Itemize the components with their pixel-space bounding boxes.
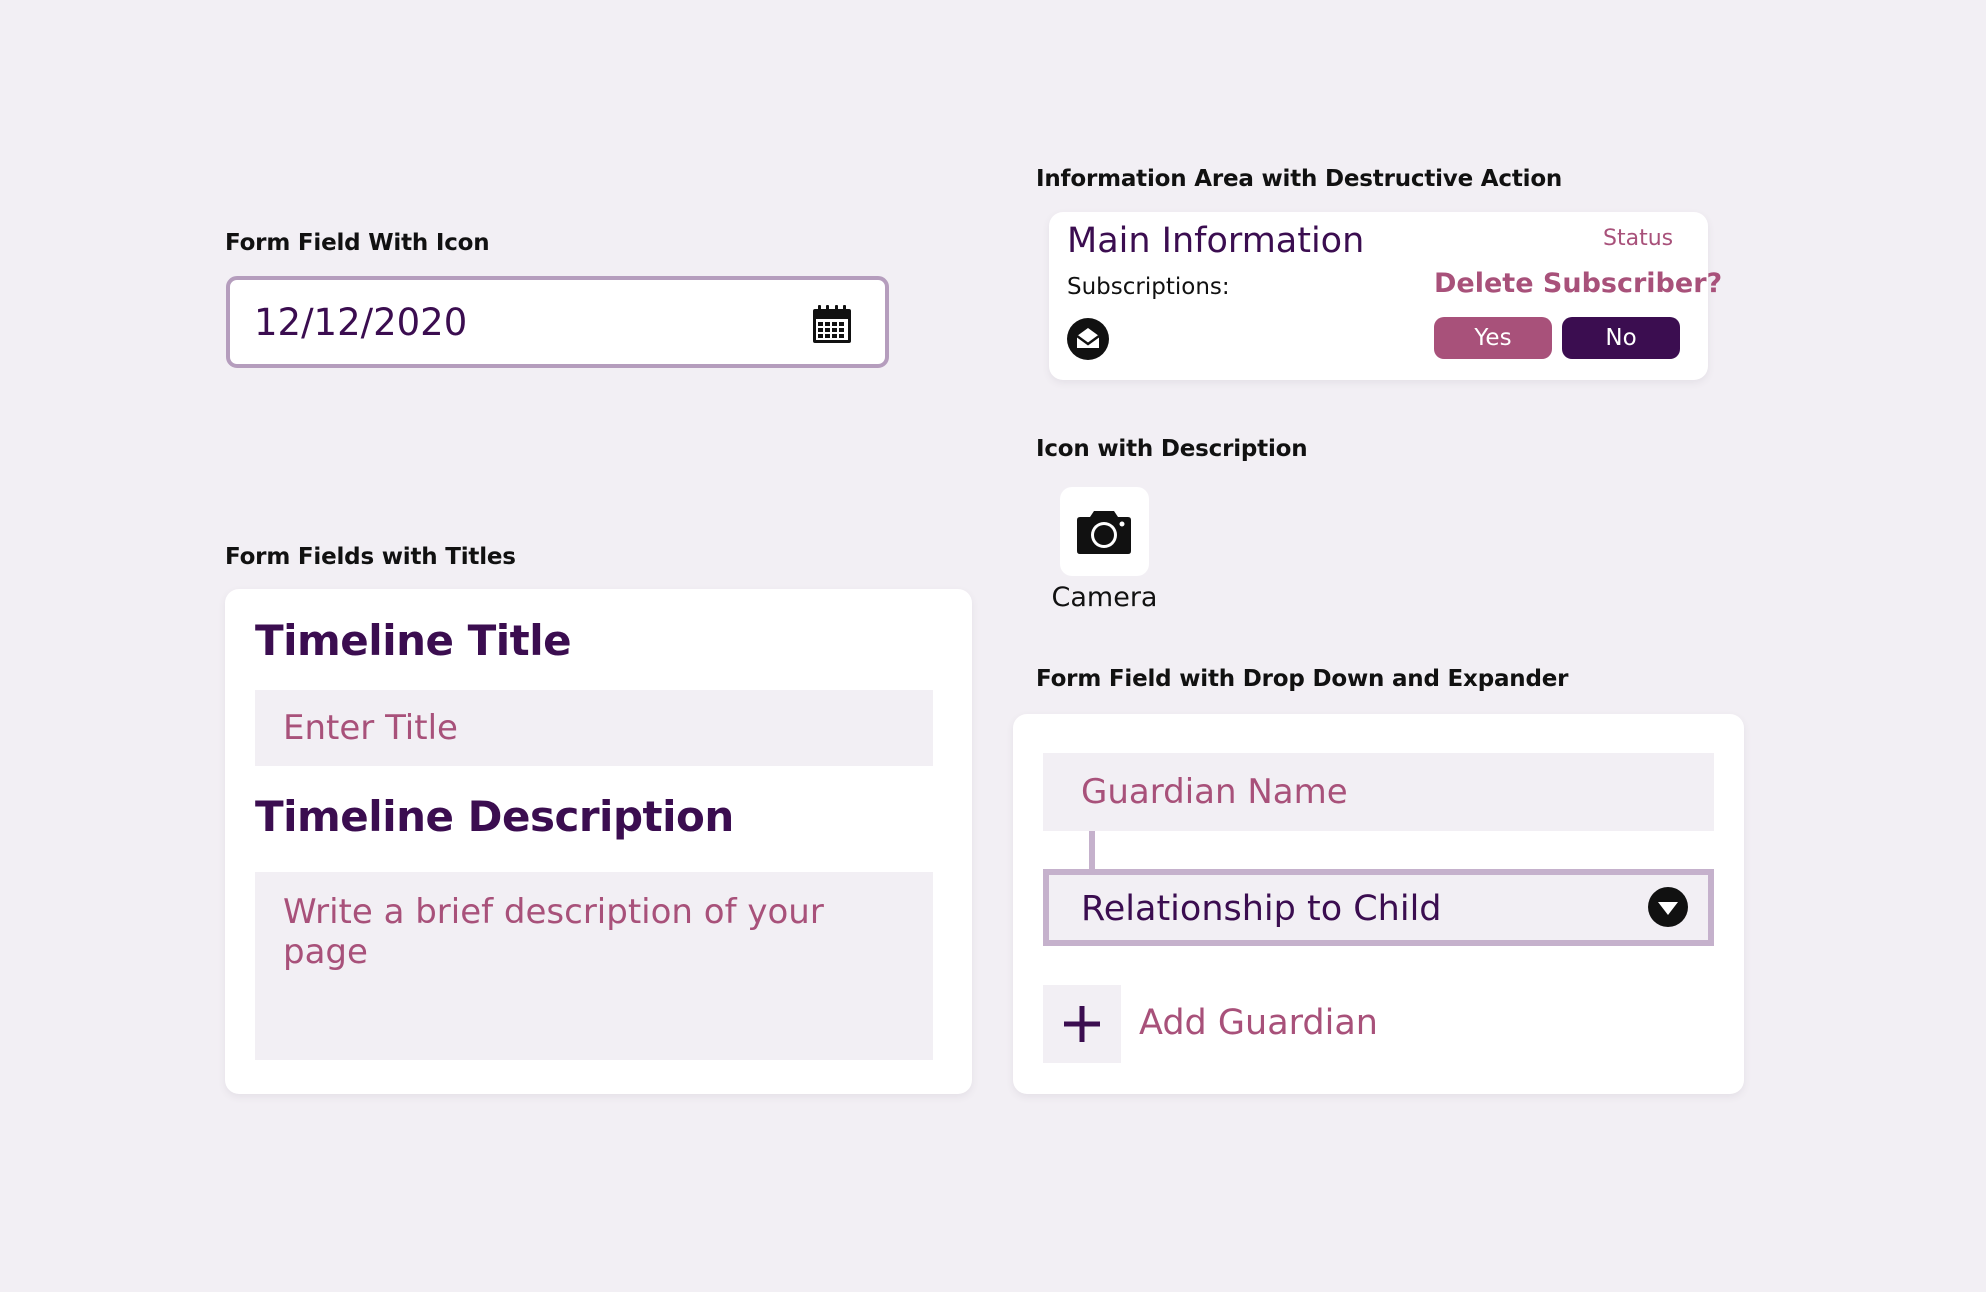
timeline-description-input[interactable]	[255, 872, 933, 1060]
relationship-value: Relationship to Child	[1081, 889, 1442, 929]
envelope-open-icon[interactable]	[1066, 317, 1110, 361]
expander-connector	[1089, 831, 1095, 871]
icon-with-description-label: Icon with Description	[1036, 436, 1308, 462]
no-button[interactable]: No	[1562, 317, 1680, 359]
plus-icon	[1064, 1006, 1100, 1042]
timeline-description-heading: Timeline Description	[255, 792, 734, 841]
camera-caption: Camera	[1051, 582, 1158, 613]
delete-subscriber-prompt: Delete Subscriber?	[1434, 268, 1723, 299]
add-guardian-label[interactable]: Add Guardian	[1139, 1003, 1378, 1043]
status-label: Status	[1603, 226, 1674, 251]
form-fields-with-titles-label: Form Fields with Titles	[225, 544, 516, 570]
relationship-dropdown[interactable]: Relationship to Child	[1043, 869, 1714, 946]
timeline-title-heading: Timeline Title	[255, 616, 572, 665]
guardian-name-input[interactable]	[1043, 753, 1714, 831]
camera-icon	[1077, 511, 1131, 554]
form-field-with-icon-label: Form Field With Icon	[225, 230, 490, 256]
information-area-label: Information Area with Destructive Action	[1036, 166, 1563, 192]
add-guardian-button[interactable]	[1043, 985, 1121, 1063]
date-field[interactable]	[226, 276, 889, 368]
main-information-title: Main Information	[1067, 221, 1365, 261]
subscriptions-label: Subscriptions:	[1067, 274, 1230, 300]
camera-tile[interactable]	[1060, 487, 1149, 576]
timeline-title-input[interactable]	[255, 690, 933, 766]
calendar-icon[interactable]	[812, 304, 852, 344]
date-input[interactable]	[254, 280, 774, 364]
dropdown-expander-label: Form Field with Drop Down and Expander	[1036, 666, 1569, 692]
chevron-down-circle-icon[interactable]	[1647, 886, 1689, 928]
yes-button[interactable]: Yes	[1434, 317, 1552, 359]
